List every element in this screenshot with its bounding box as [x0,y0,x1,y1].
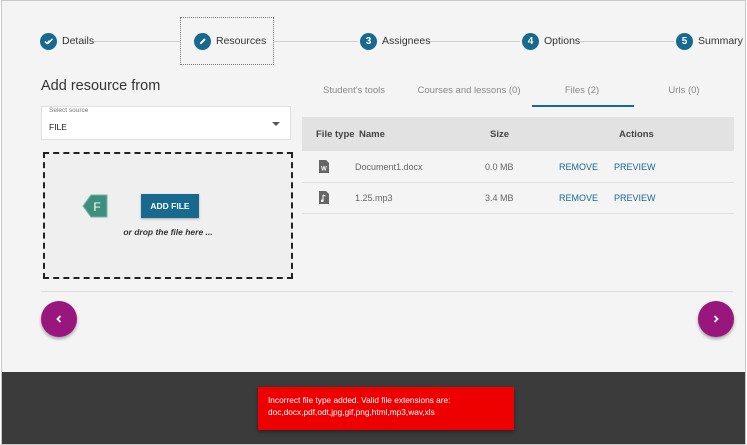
step-label: Resources [216,35,267,47]
step-assignees[interactable]: 3 Assignees [360,32,430,50]
step-label: Assignees [382,35,431,47]
column-name: Name [359,129,385,140]
callout-marker-icon: F [82,194,108,218]
file-size: 3.4 MB [485,193,514,203]
stepper-connector [580,41,674,42]
tab-students-tools[interactable]: Student's tools [314,85,394,96]
word-document-icon: W [319,160,329,173]
next-button[interactable] [698,301,734,337]
file-dropzone[interactable]: F ADD FILE or drop the file here ... [43,152,293,279]
preview-button[interactable]: PREVIEW [614,193,656,203]
step-summary[interactable]: 5 Summary [676,32,743,50]
dropdown-arrow-icon[interactable] [272,122,280,126]
drop-hint: or drop the file here ... [123,227,213,237]
step-label: Details [62,35,95,47]
step-number: 3 [360,32,377,50]
file-name: 1.25.mp3 [355,193,393,203]
table-row: 1.25.mp3 3.4 MB REMOVE PREVIEW [302,183,734,214]
column-actions: Actions [619,129,654,140]
file-name: Document1.docx [355,162,423,172]
file-size: 0.0 MB [485,162,514,172]
pencil-icon [194,32,211,50]
tab-files[interactable]: Files (2) [542,85,622,96]
check-icon [40,32,57,50]
previous-button[interactable] [41,301,77,337]
error-toast: Incorrect file type added. Valid file ex… [258,387,514,430]
source-select[interactable]: Select source FILE [41,106,291,140]
step-resources[interactable]: Resources [194,32,266,50]
divider [41,291,733,292]
stepper-connector [426,41,520,42]
tab-courses-and-lessons[interactable]: Courses and lessons (0) [410,85,528,96]
add-resource-title: Add resource from [41,78,161,94]
svg-text:W: W [321,167,327,173]
step-options[interactable]: 4 Options [522,32,580,50]
tab-urls[interactable]: Urls (0) [644,85,724,96]
remove-button[interactable]: REMOVE [559,193,598,203]
table-row: W Document1.docx 0.0 MB REMOVE PREVIEW [302,152,734,183]
audio-file-icon [319,191,329,204]
chevron-left-icon [56,315,62,323]
step-number: 4 [522,32,539,50]
stepper-connector [92,41,180,42]
preview-button[interactable]: PREVIEW [614,162,656,172]
step-label: Options [544,35,581,47]
callout-marker-letter: F [93,200,100,214]
stepper-connector [274,41,358,42]
chevron-right-icon [713,315,719,323]
column-size: Size [490,129,510,140]
wizard-window: Details Resources 3 Assignees 4 Options … [1,0,746,445]
files-table-header: File type Name Size Actions [302,117,734,151]
step-label: Summary [698,35,743,47]
column-file-type: File type [316,129,355,140]
step-number: 5 [676,32,693,50]
active-tab-indicator [532,105,634,107]
add-file-button[interactable]: ADD FILE [141,194,199,218]
source-select-caption: Select source [49,107,89,114]
source-select-value: FILE [49,122,67,132]
step-details[interactable]: Details [40,32,94,50]
remove-button[interactable]: REMOVE [559,162,598,172]
